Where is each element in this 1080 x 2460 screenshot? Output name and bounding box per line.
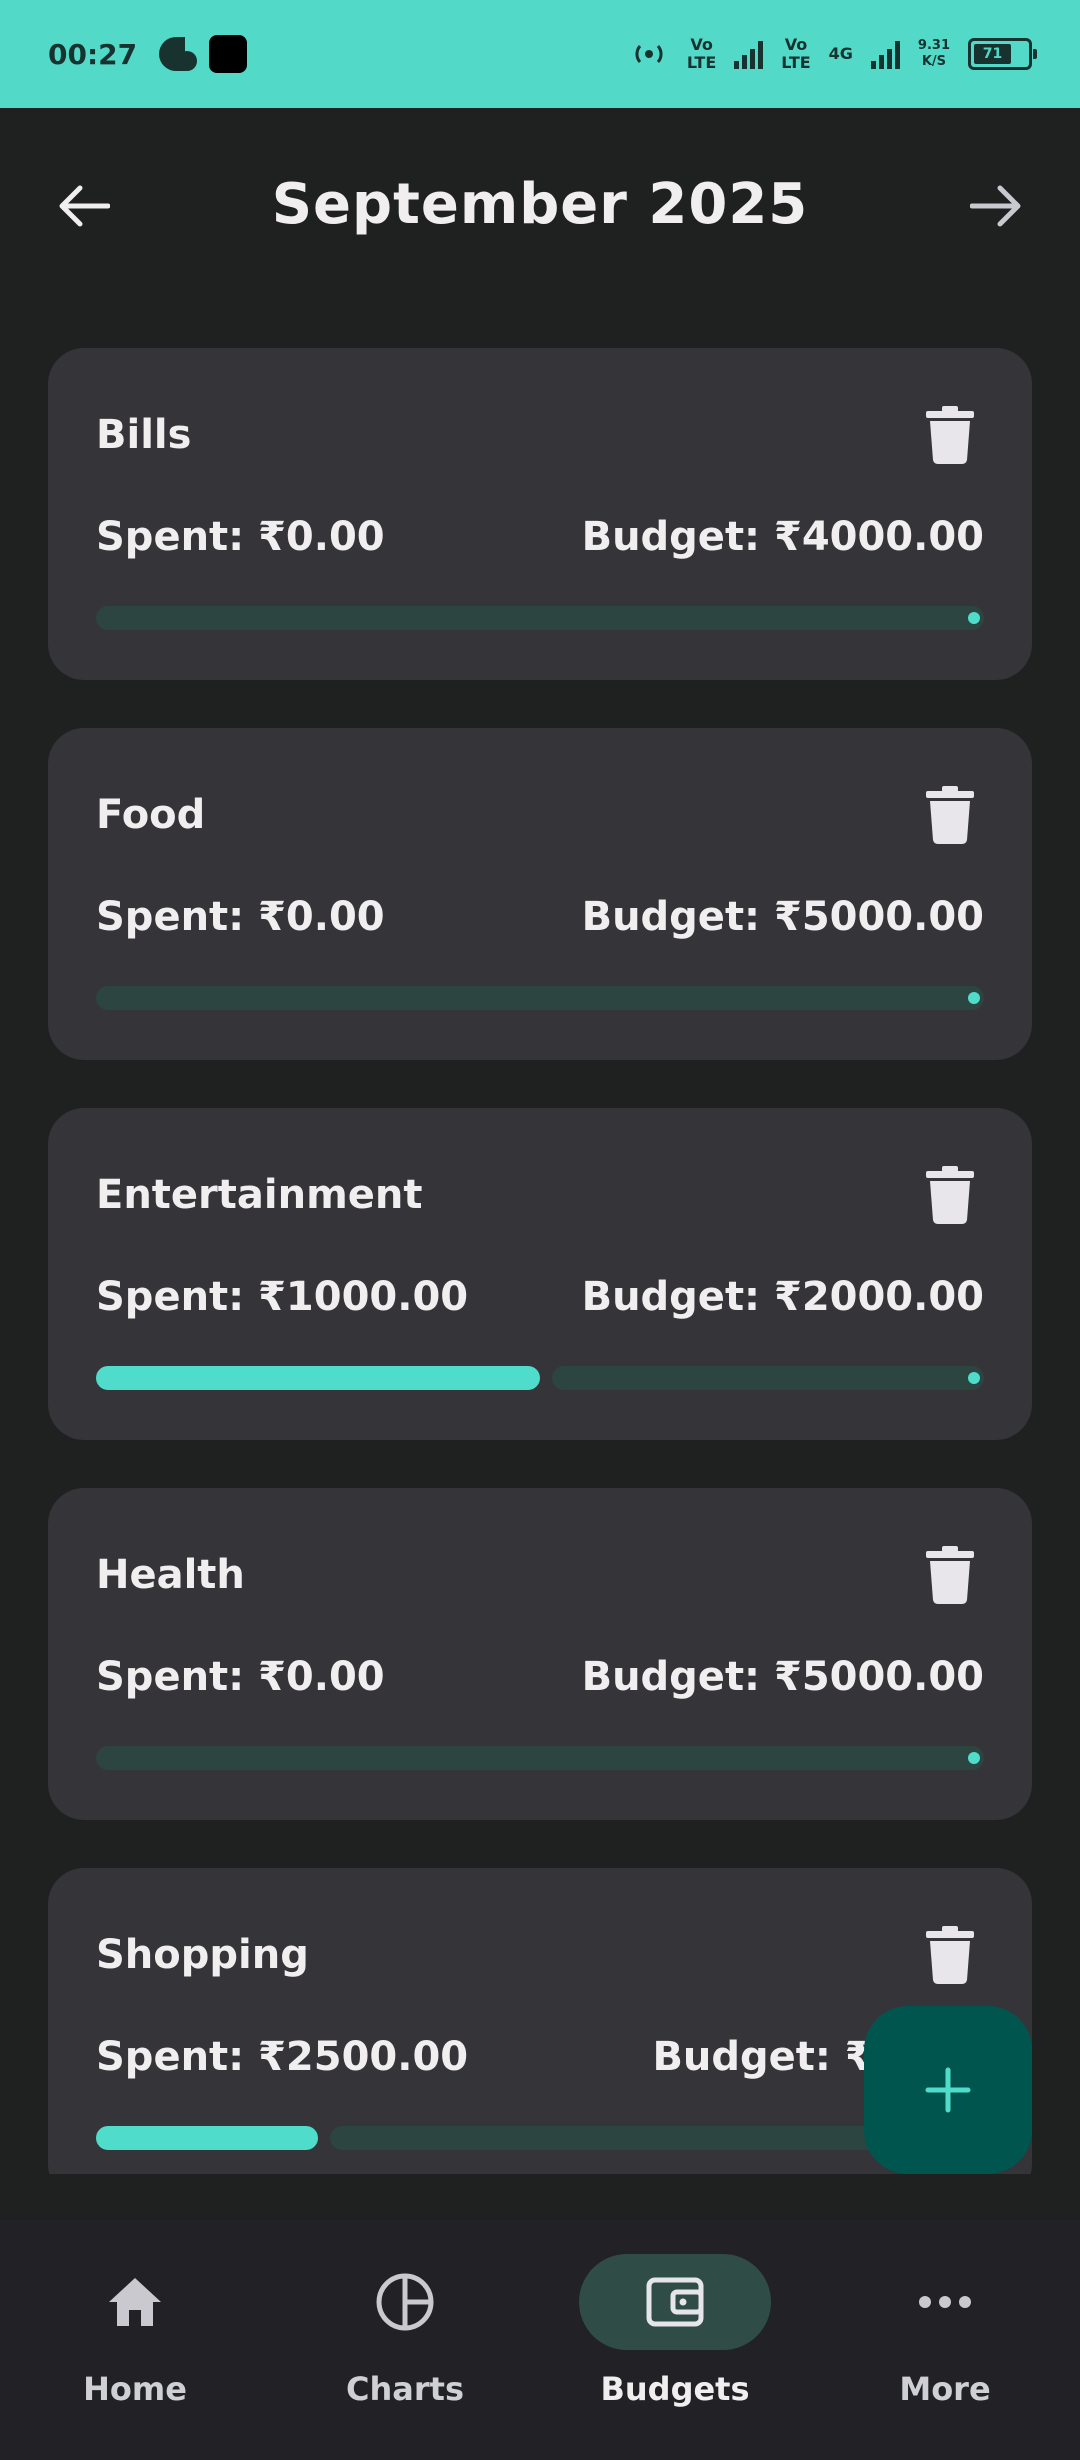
trash-icon (926, 1546, 974, 1604)
app-notification-icon (159, 35, 198, 73)
pie-chart-icon (376, 2273, 434, 2331)
budget-amount: Budget: ₹5000.00 (581, 894, 984, 940)
status-bar: 00:27 Vo LTE Vo LTE 4G 9.31 K/S 71 (0, 0, 1080, 108)
spent-amount: Spent: ₹0.00 (96, 1654, 385, 1700)
trash-icon (926, 786, 974, 844)
budget-amount: Budget: ₹5000.00 (581, 1654, 984, 1700)
trash-icon (926, 1926, 974, 1984)
budget-card[interactable]: Health Spent: ₹0.00 Budget: ₹5000.00 (48, 1488, 1032, 1820)
nav-charts-icon-wrap (309, 2254, 501, 2350)
progress-end-dot (968, 1372, 980, 1384)
budget-category-name: Health (96, 1552, 245, 1598)
progress-spent-segment (96, 2126, 318, 2150)
trash-icon (926, 406, 974, 464)
add-budget-button[interactable] (864, 2006, 1032, 2174)
battery-icon: 71 (968, 38, 1037, 70)
more-horizontal-icon (919, 2296, 971, 2308)
bottom-navigation: Home Charts Budgets More (0, 2220, 1080, 2460)
volte-2: Vo LTE (781, 36, 810, 72)
notification-icons (159, 35, 248, 73)
wallet-icon (646, 2277, 704, 2327)
status-time: 00:27 (48, 37, 138, 71)
budget-card[interactable]: Bills Spent: ₹0.00 Budget: ₹4000.00 (48, 348, 1032, 680)
spent-amount: Spent: ₹0.00 (96, 894, 385, 940)
network-speed: 9.31 K/S (918, 38, 950, 70)
nav-more[interactable]: More (810, 2220, 1080, 2460)
status-indicators: Vo LTE Vo LTE 4G 9.31 K/S 71 (629, 36, 1037, 72)
volte-2-top: Vo (784, 35, 808, 54)
progress-remaining-segment (96, 1746, 984, 1770)
budget-category-name: Food (96, 792, 206, 838)
nav-budgets[interactable]: Budgets (540, 2220, 810, 2460)
budget-card[interactable]: Food Spent: ₹0.00 Budget: ₹5000.00 (48, 728, 1032, 1060)
nav-home-icon-wrap (39, 2254, 231, 2350)
spent-amount: Spent: ₹2500.00 (96, 2034, 469, 2080)
nav-charts-label: Charts (346, 2370, 464, 2408)
network-speed-unit: K/S (921, 54, 947, 69)
budget-category-name: Shopping (96, 1932, 309, 1978)
progress-spent-segment (96, 1366, 540, 1390)
budget-progress-bar (96, 986, 984, 1010)
budget-progress-bar (96, 1366, 984, 1390)
budget-progress-bar (96, 606, 984, 630)
hotspot-icon (635, 45, 663, 63)
trash-icon (926, 1166, 974, 1224)
nav-budgets-label: Budgets (600, 2370, 750, 2408)
signal-2-icon (870, 39, 900, 69)
nav-home[interactable]: Home (0, 2220, 270, 2460)
budget-amount: Budget: ₹2000.00 (581, 1274, 984, 1320)
nav-more-icon-wrap (849, 2254, 1041, 2350)
network-4g: 4G (829, 45, 853, 63)
progress-remaining-segment (552, 1366, 984, 1390)
spent-amount: Spent: ₹1000.00 (96, 1274, 469, 1320)
month-title: September 2025 (271, 172, 809, 237)
network-speed-value: 9.31 (917, 38, 950, 53)
home-icon (109, 2278, 161, 2326)
delete-budget-button[interactable] (926, 1166, 974, 1224)
budget-category-name: Entertainment (96, 1172, 423, 1218)
delete-budget-button[interactable] (926, 1546, 974, 1604)
arrow-right-icon (970, 185, 1021, 227)
delete-budget-button[interactable] (926, 786, 974, 844)
next-month-button[interactable] (964, 174, 1028, 238)
budget-amount: Budget: ₹4000.00 (581, 514, 984, 560)
network-4g-label: 4G (828, 44, 853, 63)
progress-end-dot (968, 612, 980, 624)
budget-progress-bar (96, 2126, 984, 2150)
plus-icon (925, 2067, 971, 2113)
budget-list[interactable]: Bills Spent: ₹0.00 Budget: ₹4000.00 Food… (48, 348, 1032, 2174)
nav-more-label: More (899, 2370, 991, 2408)
signal-1-icon (734, 39, 764, 69)
volte-2-bottom: LTE (781, 53, 811, 72)
budget-progress-bar (96, 1746, 984, 1770)
spent-amount: Spent: ₹0.00 (96, 514, 385, 560)
nav-charts[interactable]: Charts (270, 2220, 540, 2460)
delete-budget-button[interactable] (926, 1926, 974, 1984)
volte-1-top: Vo (690, 35, 713, 54)
volte-1-bottom: LTE (686, 53, 717, 72)
budget-category-name: Bills (96, 412, 192, 458)
progress-end-dot (968, 1752, 980, 1764)
progress-end-dot (968, 992, 980, 1004)
progress-remaining-segment (96, 606, 984, 630)
app-notification-icon-2 (209, 35, 248, 73)
month-header: September 2025 (0, 108, 1080, 308)
progress-remaining-segment (96, 986, 984, 1010)
nav-home-label: Home (83, 2370, 187, 2408)
volte-1: Vo LTE (687, 36, 716, 72)
battery-level: 71 (974, 44, 1011, 64)
delete-budget-button[interactable] (926, 406, 974, 464)
nav-budgets-icon-wrap (579, 2254, 771, 2350)
budget-card[interactable]: Entertainment Spent: ₹1000.00 Budget: ₹2… (48, 1108, 1032, 1440)
